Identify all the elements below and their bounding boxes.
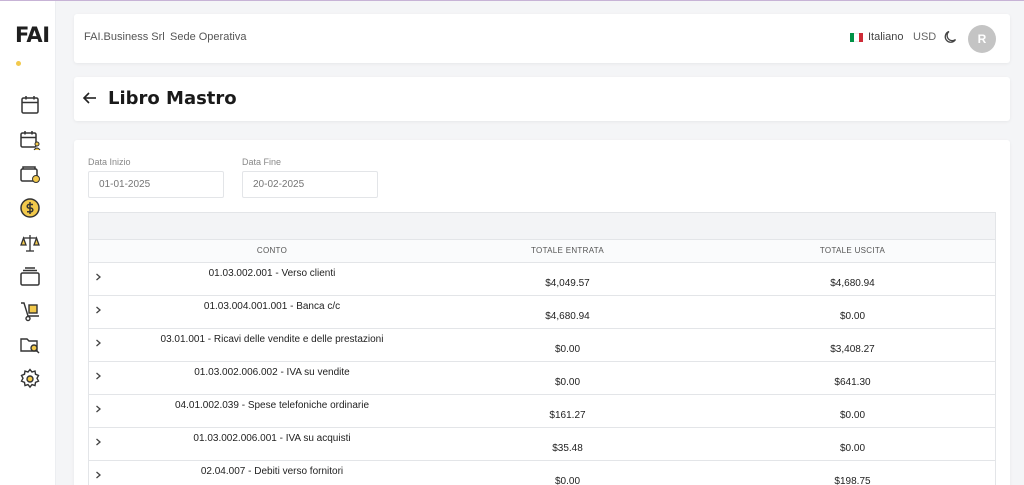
language-label: Italiano	[868, 31, 904, 43]
cards-stack-icon[interactable]	[19, 266, 41, 288]
table-row[interactable]: 01.03.002.001 - Verso clienti $4,049.57 $4…	[89, 262, 995, 296]
hand-truck-icon[interactable]	[19, 300, 41, 322]
table-row[interactable]: 04.01.002.039 - Spese telefoniche ordina…	[89, 394, 995, 428]
sidebar: FAI	[0, 1, 56, 485]
account-cell: 02.04.007 - Debiti verso fornitori	[119, 460, 425, 485]
moon-icon[interactable]	[943, 29, 959, 45]
account-cell: 01.03.002.006.002 - IVA su vendite	[119, 361, 425, 395]
ledger-table: CONTO TOTALE ENTRATA TOTALE USCITA 01.03…	[88, 212, 996, 485]
start-date-input[interactable]	[88, 171, 224, 198]
entrata-cell: $0.00	[425, 460, 710, 485]
start-date-label: Data Inizio	[88, 157, 131, 167]
account-cell: 03.01.001 - Ricavi delle vendite e delle…	[119, 328, 425, 362]
top-header: FAI.Business Srl Sede Operativa Italiano…	[74, 14, 1010, 63]
header-expand	[89, 240, 119, 263]
folder-search-icon[interactable]	[19, 334, 41, 356]
end-date-label: Data Fine	[242, 157, 282, 167]
account-cell: 01.03.002.006.001 - IVA su acquisti	[119, 427, 425, 461]
table-row[interactable]: 01.03.002.006.002 - IVA su vendite $0.00 $…	[89, 361, 995, 395]
uscita-cell: $641.30	[710, 361, 995, 395]
logo[interactable]: FAI	[15, 23, 55, 71]
table-row[interactable]: 01.03.004.001.001 - Banca c/c $4,680.94 $0…	[89, 295, 995, 329]
expand-chevron-icon[interactable]	[89, 394, 119, 428]
table-row[interactable]: 01.03.002.006.001 - IVA su acquisti $35.4…	[89, 427, 995, 461]
account-cell: 04.01.002.039 - Spese telefoniche ordina…	[119, 394, 425, 428]
page-title: Libro Mastro	[108, 88, 237, 109]
header-totale-entrata[interactable]: TOTALE ENTRATA	[425, 240, 710, 263]
entrata-cell: $161.27	[425, 394, 710, 428]
expand-chevron-icon[interactable]	[89, 262, 119, 296]
entrata-cell: $4,049.57	[425, 262, 710, 296]
dollar-coin-icon[interactable]	[19, 197, 41, 219]
entrata-cell: $35.48	[425, 427, 710, 461]
uscita-cell: $3,408.27	[710, 328, 995, 362]
logo-dot	[16, 61, 21, 66]
currency-selector[interactable]: USD	[913, 31, 936, 43]
end-date-input[interactable]	[242, 171, 378, 198]
title-bar: Libro Mastro	[74, 77, 1010, 121]
account-cell: 01.03.002.001 - Verso clienti	[119, 262, 425, 296]
balance-scale-icon[interactable]	[19, 232, 41, 254]
expand-chevron-icon[interactable]	[89, 361, 119, 395]
language-selector[interactable]: Italiano	[850, 31, 903, 43]
uscita-cell: $0.00	[710, 295, 995, 329]
entrata-cell: $4,680.94	[425, 295, 710, 329]
italy-flag-icon	[850, 32, 863, 42]
uscita-cell: $0.00	[710, 427, 995, 461]
logo-text: FAI	[15, 23, 50, 47]
table-header-row: CONTO TOTALE ENTRATA TOTALE USCITA	[89, 240, 995, 263]
expand-chevron-icon[interactable]	[89, 427, 119, 461]
calendar-icon[interactable]	[19, 94, 41, 116]
entrata-cell: $0.00	[425, 328, 710, 362]
uscita-cell: $198.75	[710, 460, 995, 485]
avatar[interactable]: R	[968, 25, 996, 53]
expand-chevron-icon[interactable]	[89, 295, 119, 329]
calendar-user-icon[interactable]	[19, 129, 41, 151]
account-cell: 01.03.004.001.001 - Banca c/c	[119, 295, 425, 329]
table-toolbar	[89, 213, 995, 240]
company-name[interactable]: FAI.Business Srl	[84, 31, 165, 43]
uscita-cell: $0.00	[710, 394, 995, 428]
header-totale-uscita[interactable]: TOTALE USCITA	[710, 240, 995, 263]
back-arrow-icon[interactable]	[82, 90, 98, 106]
gear-icon[interactable]	[19, 368, 41, 390]
table-row[interactable]: 03.01.001 - Ricavi delle vendite e delle…	[89, 328, 995, 362]
ledger-card: Data Inizio Data Fine CONTO TOTALE ENTRA…	[74, 140, 1010, 485]
site-name[interactable]: Sede Operativa	[170, 31, 246, 43]
uscita-cell: $4,680.94	[710, 262, 995, 296]
expand-chevron-icon[interactable]	[89, 328, 119, 362]
table-row[interactable]: 02.04.007 - Debiti verso fornitori $0.00 $…	[89, 460, 995, 485]
wallet-icon[interactable]	[19, 163, 41, 185]
header-conto[interactable]: CONTO	[119, 240, 425, 263]
entrata-cell: $0.00	[425, 361, 710, 395]
expand-chevron-icon[interactable]	[89, 460, 119, 485]
